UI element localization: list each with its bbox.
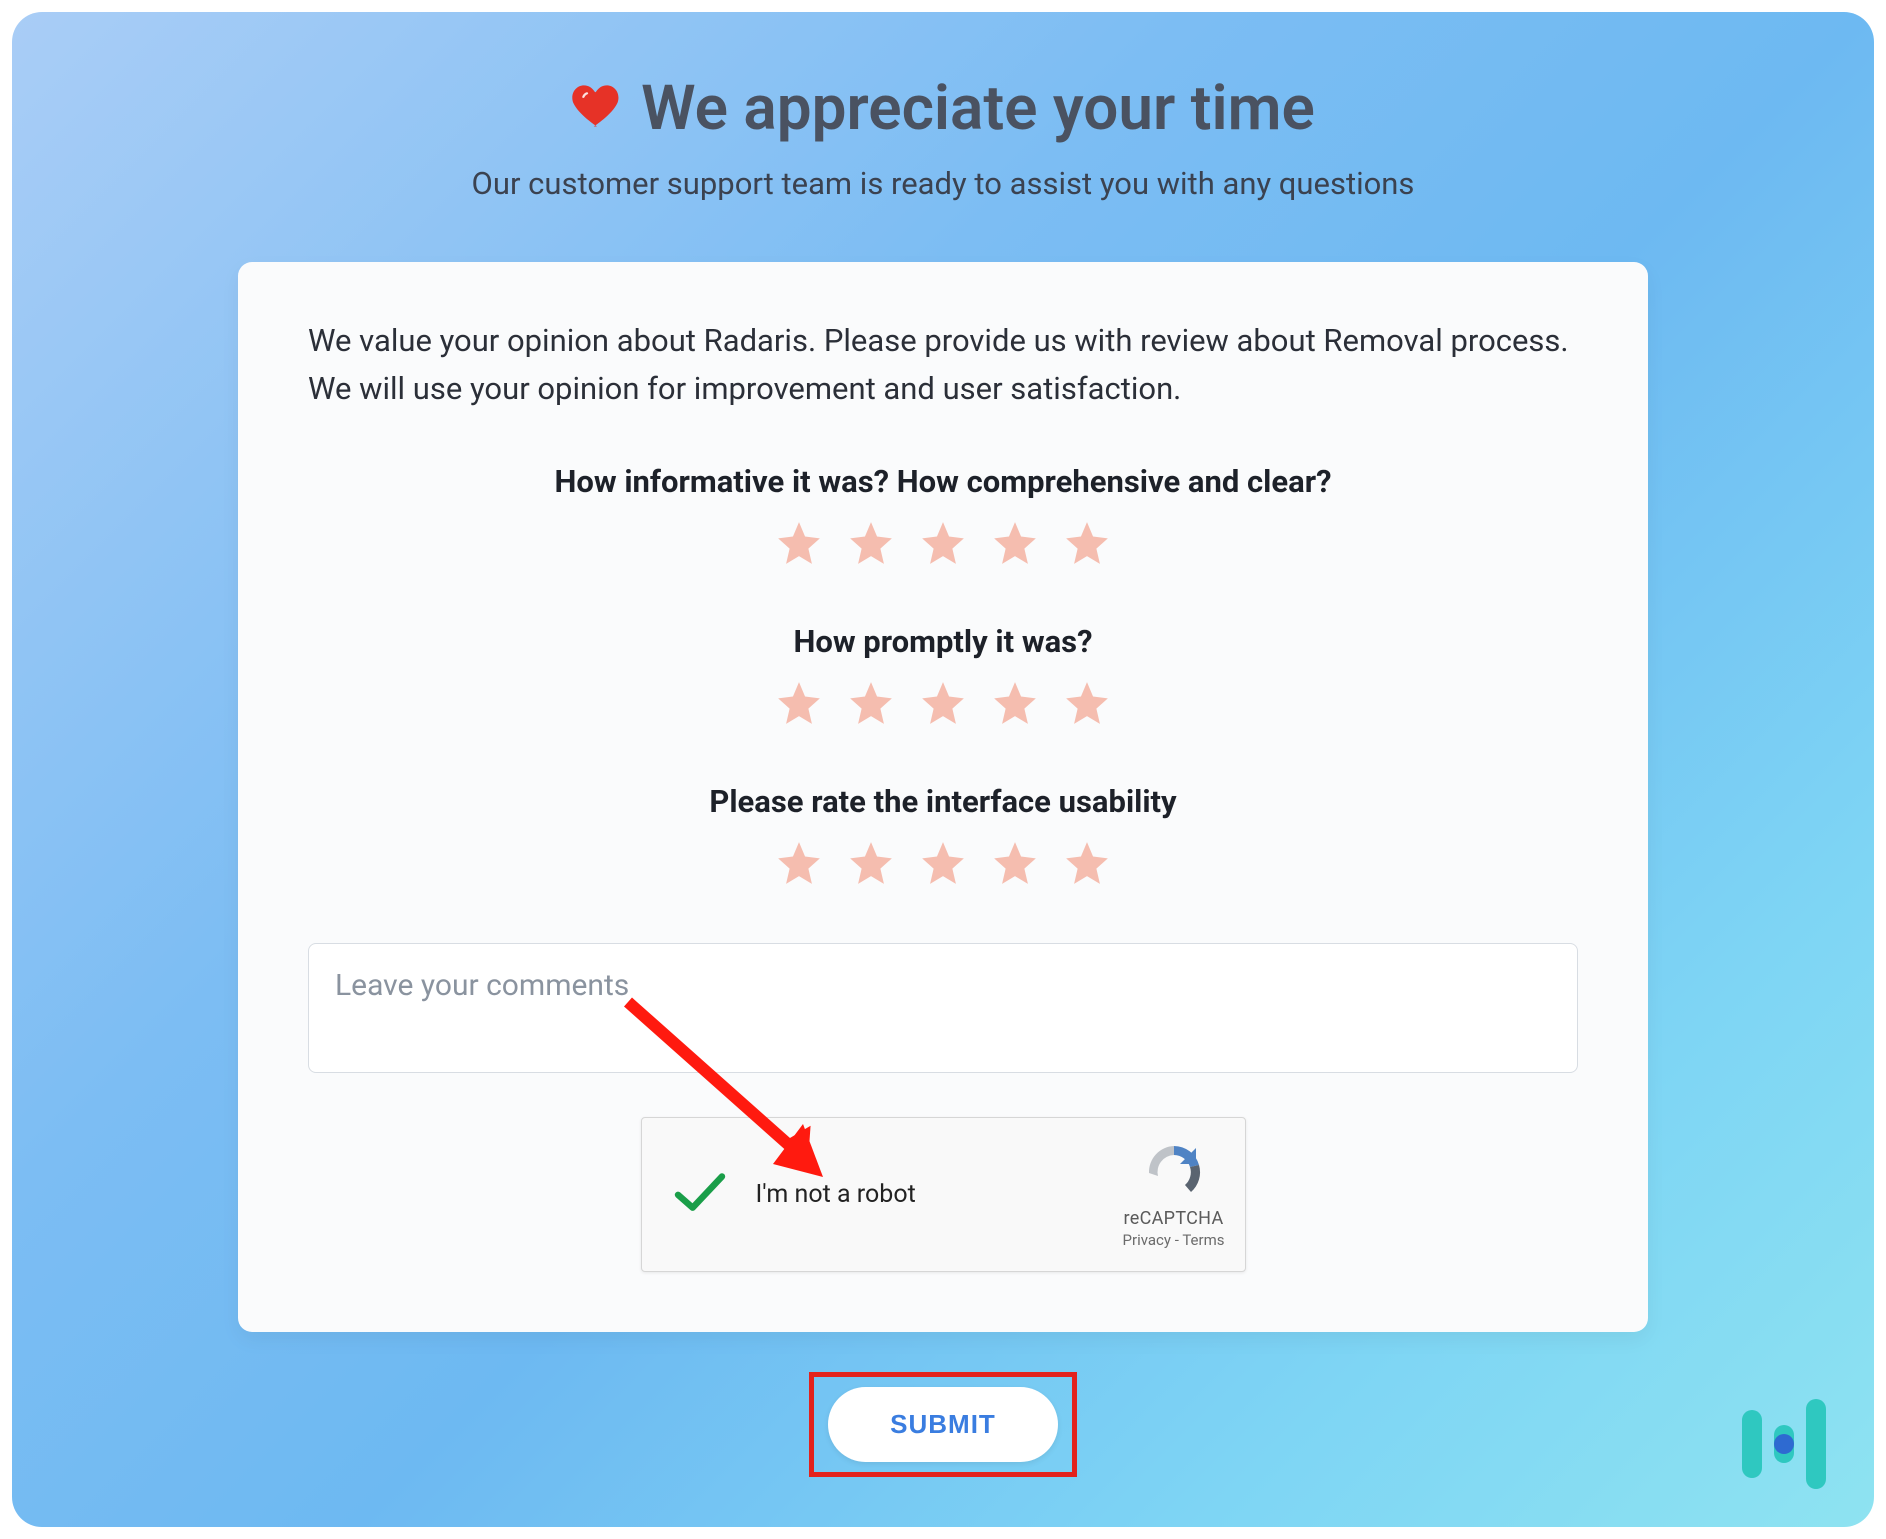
comments-input[interactable]: [308, 943, 1578, 1073]
annotation-highlight-box: SUBMIT: [809, 1372, 1077, 1477]
recaptcha-label: I'm not a robot: [756, 1180, 916, 1209]
header: We appreciate your time Our customer sup…: [12, 52, 1874, 232]
recaptcha-widget[interactable]: I'm not a robot reCAPTCHA: [641, 1117, 1246, 1272]
question-block-2: How promptly it was?: [308, 623, 1578, 728]
rating-1-star-2[interactable]: [846, 518, 896, 568]
rating-2-star-1[interactable]: [774, 678, 824, 728]
intro-text: We value your opinion about Radaris. Ple…: [308, 317, 1578, 413]
rating-1: [308, 518, 1578, 568]
rating-3-star-1[interactable]: [774, 838, 824, 888]
feedback-card: We appreciate your time Our customer sup…: [12, 12, 1874, 1527]
rating-2-star-5[interactable]: [1062, 678, 1112, 728]
heart-icon: [571, 81, 623, 137]
rating-1-star-5[interactable]: [1062, 518, 1112, 568]
rating-2-star-3[interactable]: [918, 678, 968, 728]
recaptcha-brand: reCAPTCHA: [1123, 1208, 1225, 1229]
checkmark-icon: [672, 1171, 728, 1219]
rating-1-star-3[interactable]: [918, 518, 968, 568]
rating-3-star-2[interactable]: [846, 838, 896, 888]
rating-2: [308, 678, 1578, 728]
recaptcha-links: Privacy - Terms: [1123, 1231, 1225, 1249]
question-1-label: How informative it was? How comprehensiv…: [308, 463, 1578, 500]
question-block-3: Please rate the interface usability: [308, 783, 1578, 888]
rating-3-star-3[interactable]: [918, 838, 968, 888]
recaptcha-logo-icon: [1123, 1140, 1225, 1204]
rating-3-star-5[interactable]: [1062, 838, 1112, 888]
submit-button[interactable]: SUBMIT: [828, 1387, 1058, 1462]
rating-2-star-2[interactable]: [846, 678, 896, 728]
page-subtitle: Our customer support team is ready to as…: [52, 165, 1834, 202]
question-block-1: How informative it was? How comprehensiv…: [308, 463, 1578, 568]
rating-1-star-1[interactable]: [774, 518, 824, 568]
question-3-label: Please rate the interface usability: [308, 783, 1578, 820]
question-2-label: How promptly it was?: [308, 623, 1578, 660]
feedback-panel: We value your opinion about Radaris. Ple…: [238, 262, 1648, 1332]
rating-1-star-4[interactable]: [990, 518, 1040, 568]
page-title: We appreciate your time: [641, 72, 1315, 145]
brand-logo-icon: [1742, 1399, 1826, 1489]
recaptcha-privacy-link[interactable]: Privacy: [1123, 1231, 1171, 1249]
rating-3: [308, 838, 1578, 888]
recaptcha-terms-link[interactable]: Terms: [1182, 1231, 1224, 1249]
rating-3-star-4[interactable]: [990, 838, 1040, 888]
rating-2-star-4[interactable]: [990, 678, 1040, 728]
